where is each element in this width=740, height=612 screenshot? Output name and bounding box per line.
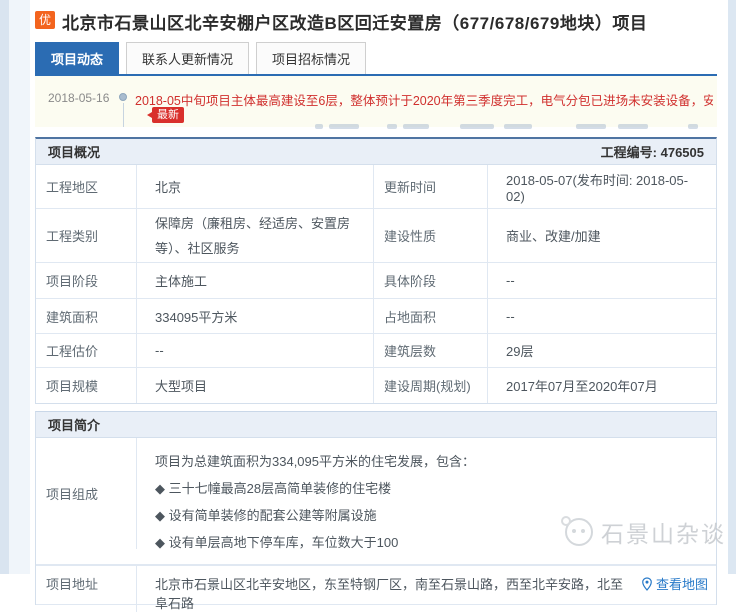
row-value: 2017年07月至2020年07月 [488,368,716,403]
tab-project-bidding[interactable]: 项目招标情况 [256,42,366,74]
table-row: 工程类别 保障房（廉租房、经适房、安置房等）、社区服务 建设性质 商业、改建/加… [36,209,716,263]
address-text: 北京市石景山区北辛安地区，东至特钢厂区，南至石景山路，西至北辛安路，北至阜石路 [155,574,631,612]
view-map-link[interactable]: 查看地图 [641,574,708,593]
page-left-strip [0,0,9,574]
row-value: 2018-05-07(发布时间: 2018-05-02) [488,165,716,208]
news-panel: 2018-05-16 2018-05中旬项目主体最高建设至6层，整体预计于202… [35,74,717,127]
composition-row: 项目组成 项目为总建筑面积为334,095平方米的住宅发展，包含： ◆ 三十七幢… [36,438,716,565]
table-row: 工程地区 北京 更新时间 2018-05-07(发布时间: 2018-05-02… [36,165,716,209]
news-date: 2018-05-16 [48,91,109,105]
table-row: 项目阶段 主体施工 具体阶段 -- [36,263,716,299]
row-label: 建筑层数 [374,334,488,367]
row-value: 主体施工 [137,263,374,298]
row-value: 商业、改建/加建 [488,209,716,262]
row-value: 保障房（廉租房、经适房、安置房等）、社区服务 [137,209,374,262]
faded-links-row [315,118,715,126]
news-text: 2018-05中旬项目主体最高建设至6层，整体预计于2020年第三季度完工，电气… [135,90,713,109]
row-value: 29层 [488,334,716,367]
timeline-line [123,103,124,127]
address-row: 项目地址 北京市石景山区北辛安地区，东至特钢厂区，南至石景山路，西至北辛安路，北… [36,565,716,605]
row-value: -- [488,299,716,333]
page-title: 北京市石景山区北辛安棚户区改造B区回迁安置房（677/678/679地块）项目 [62,9,647,34]
title-row: 优 北京市石景山区北辛安棚户区改造B区回迁安置房（677/678/679地块）项… [35,9,717,34]
table-row: 项目规模 大型项目 建设周期(规划) 2017年07月至2020年07月 [36,368,716,403]
composition-item: ◆ 设有单层高地下停车库，车位数大于100 [155,529,708,556]
overview-header-title: 项目概况 [48,142,100,161]
page-left-gutter [9,0,30,574]
intro-header-title: 项目简介 [48,415,100,434]
row-label: 建设性质 [374,209,488,262]
intro-table: 项目简介 项目组成 项目为总建筑面积为334,095平方米的住宅发展，包含： ◆… [35,411,717,605]
row-value: 大型项目 [137,368,374,403]
latest-badge: 最新 [152,107,184,123]
row-value: 北京 [137,165,374,208]
row-label: 具体阶段 [374,263,488,298]
map-pin-icon [641,577,653,591]
table-row: 建筑面积 334095平方米 占地面积 -- [36,299,716,334]
row-value: -- [488,263,716,298]
page-right-strip [728,0,736,574]
tab-contact-updates[interactable]: 联系人更新情况 [126,42,249,74]
project-number: 工程编号: 476505 [601,142,704,161]
row-value: 334095平方米 [137,299,374,333]
row-label: 建设周期(规划) [374,368,488,403]
row-value: -- [137,334,374,367]
tab-project-updates[interactable]: 项目动态 [35,42,119,74]
composition-item: ◆ 三十七幢最高28层高简单装修的住宅楼 [155,475,708,502]
table-row: 工程估价 -- 建筑层数 29层 [36,334,716,368]
overview-header: 项目概况 工程编号: 476505 [36,139,716,165]
grade-badge: 优 [35,11,55,29]
composition-item: ◆ 设有简单装修的配套公建等附属设施 [155,502,708,529]
row-label: 工程估价 [36,334,137,367]
intro-header: 项目简介 [36,412,716,438]
composition-content: 项目为总建筑面积为334,095平方米的住宅发展，包含： ◆ 三十七幢最高28层… [137,438,718,564]
row-label: 项目规模 [36,368,137,403]
row-label: 工程地区 [36,165,137,208]
row-label: 占地面积 [374,299,488,333]
row-label: 项目组成 [36,438,137,549]
tab-bar: 项目动态 联系人更新情况 项目招标情况 [35,46,373,74]
address-content: 北京市石景山区北辛安地区，东至特钢厂区，南至石景山路，西至北辛安路，北至阜石路 … [137,566,718,612]
timeline-dot-icon [119,93,127,101]
overview-table: 项目概况 工程编号: 476505 工程地区 北京 更新时间 2018-05-0… [35,137,717,404]
row-label: 项目地址 [36,566,137,612]
row-label: 建筑面积 [36,299,137,333]
main-content: 优 北京市石景山区北辛安棚户区改造B区回迁安置房（677/678/679地块）项… [35,0,717,574]
row-label: 更新时间 [374,165,488,208]
row-label: 工程类别 [36,209,137,262]
composition-intro: 项目为总建筑面积为334,095平方米的住宅发展，包含： [155,448,708,475]
row-label: 项目阶段 [36,263,137,298]
